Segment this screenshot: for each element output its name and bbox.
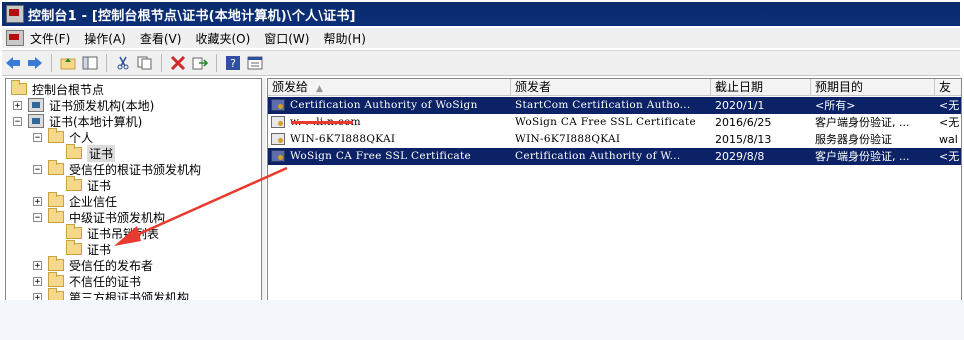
annotation-arrow-icon bbox=[114, 166, 288, 246]
background-strip bbox=[0, 300, 964, 340]
